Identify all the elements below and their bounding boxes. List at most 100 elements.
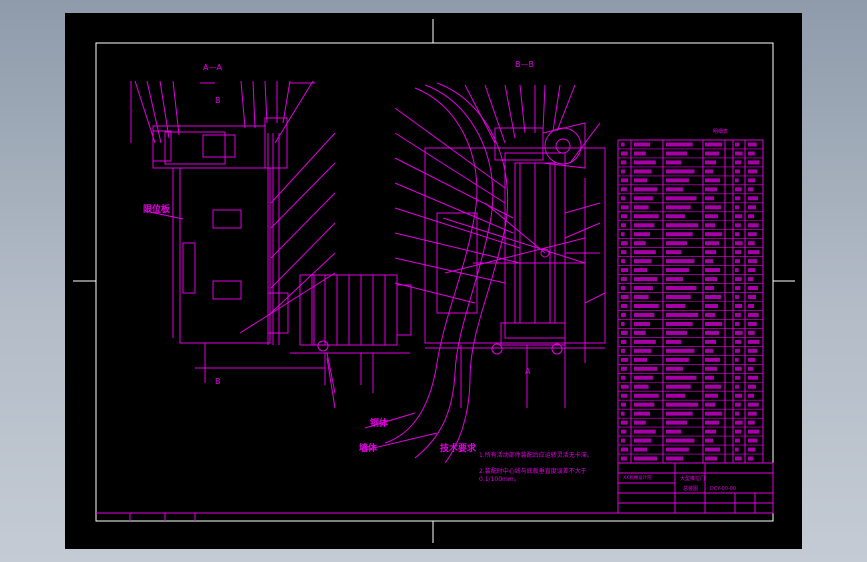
bom-cell-text: [748, 169, 758, 174]
bom-cell-text: [735, 384, 740, 389]
bom-cell-text: [666, 375, 697, 380]
bom-cell-text: [735, 196, 741, 201]
bom-cell-text: [705, 429, 717, 434]
bom-cell-text: [666, 304, 686, 308]
bom-cell-text: [666, 259, 695, 264]
bom-cell-text: [634, 178, 648, 183]
bom-cell-text: [705, 268, 721, 273]
bom-cell-text: [621, 420, 628, 425]
bom-cell-text: [634, 286, 653, 291]
bom-cell-text: [735, 411, 740, 416]
bom-cell-text: [666, 241, 687, 246]
bom-cell-text: [735, 241, 743, 246]
bom-cell-text: [748, 411, 757, 416]
bom-cell-text: [634, 277, 658, 282]
bom-cell-text: [621, 429, 627, 434]
bom-cell-text: [748, 259, 758, 264]
section-view-a-a: [131, 81, 411, 408]
bom-cell-text: [666, 402, 699, 407]
bom-cell-text: [666, 232, 693, 237]
bom-cell-text: [705, 348, 714, 353]
bom-cell-text: [634, 420, 646, 425]
bom-cell-text: [735, 304, 743, 308]
bom-cell-text: [666, 366, 684, 371]
bom-cell-text: [634, 223, 655, 228]
bom-cell-text: [634, 169, 652, 174]
bom-cell-text: [735, 268, 739, 273]
bom-cell-text: [705, 187, 718, 192]
bom-cell-text: [666, 429, 682, 434]
bom-cell-text: [634, 330, 646, 335]
bom-header: 明细表: [713, 129, 729, 135]
bom-cell-text: [748, 447, 756, 452]
bom-cell-text: [748, 295, 757, 299]
bom-cell-text: [748, 393, 755, 398]
bom-cell-text: [748, 241, 755, 246]
bom-cell-text: [666, 321, 693, 326]
bom-cell-text: [748, 357, 756, 362]
title-block-name-1: 大型推拉门: [680, 476, 706, 482]
bom-cell-text: [748, 312, 759, 317]
bom-cell-text: [748, 268, 756, 273]
bom-cell-text: [705, 339, 717, 344]
bom-cell-text: [748, 151, 755, 156]
bom-cell-text: [748, 142, 757, 147]
bom-cell-text: [634, 411, 651, 416]
bom-cell-text: [634, 304, 659, 308]
bom-cell-text: [748, 214, 755, 219]
view-marker-b-bottom: B: [215, 377, 221, 386]
bom-cell-text: [621, 268, 629, 273]
bom-cell-text: [666, 330, 687, 335]
bom-cell-text: [621, 312, 626, 317]
title-block-name-2: 总装图: [683, 486, 699, 492]
bom-cell-text: [634, 366, 658, 371]
bom-cell-text: [705, 223, 716, 228]
bom-cell-text: [666, 277, 684, 282]
bom-cell-text: [634, 160, 656, 165]
bom-cell-text: [621, 286, 626, 291]
bom-cell-text: [666, 438, 695, 443]
bom-cell-text: [634, 438, 652, 443]
bom-cell-text: [705, 169, 714, 174]
section-label-a-a: A—A: [203, 63, 222, 72]
bom-cell-text: [634, 241, 646, 246]
bom-cell-text: [634, 375, 653, 380]
title-block-drawing-no: DCY-00-00: [710, 486, 737, 492]
wall-body-outline: [365, 83, 508, 463]
bom-cell-text: [634, 402, 655, 407]
bom-cell-text: [748, 348, 758, 353]
bom-cell-text: [735, 447, 739, 452]
bom-cell-text: [634, 339, 656, 344]
bom-cell-text: [748, 330, 755, 335]
bom-cell-text: [634, 250, 656, 255]
bom-cell-text: [634, 214, 659, 219]
view-marker-a: A: [525, 367, 531, 376]
bom-cell-text: [621, 169, 626, 174]
bom-cell-text: [705, 142, 723, 147]
bom-cell-text: [621, 402, 626, 407]
bom-cell-text: [705, 241, 720, 246]
bom-cell-text: [735, 330, 743, 335]
bom-cell-text: [748, 205, 757, 210]
bom-cell-text: [621, 160, 627, 165]
bom-cell-text: [666, 447, 689, 452]
bom-cell-text: [748, 375, 759, 380]
bom-cell-text: [705, 384, 722, 389]
bom-cell-text: [621, 295, 629, 299]
bom-cell-text: [735, 456, 742, 461]
bom-cell-text: [735, 438, 740, 443]
bom-cell-text: [735, 142, 740, 147]
bom-cell-text: [705, 286, 715, 291]
bom-cell-text: [705, 456, 718, 461]
bom-cell-text: [666, 205, 691, 210]
bom-cell-text: [735, 339, 742, 344]
bom-cell-text: [666, 286, 697, 291]
bom-cell-text: [705, 447, 721, 452]
bom-cell-text: [735, 420, 743, 425]
bom-cell-text: [621, 187, 627, 192]
bom-cell-text: [634, 187, 658, 192]
tech-requirement-1: 1.所有活动部件装配后应运转灵活无卡滞。: [479, 452, 593, 459]
bom-cell-text: [735, 160, 742, 165]
bom-cell-text: [666, 420, 687, 425]
bom-cell-text: [748, 402, 759, 407]
